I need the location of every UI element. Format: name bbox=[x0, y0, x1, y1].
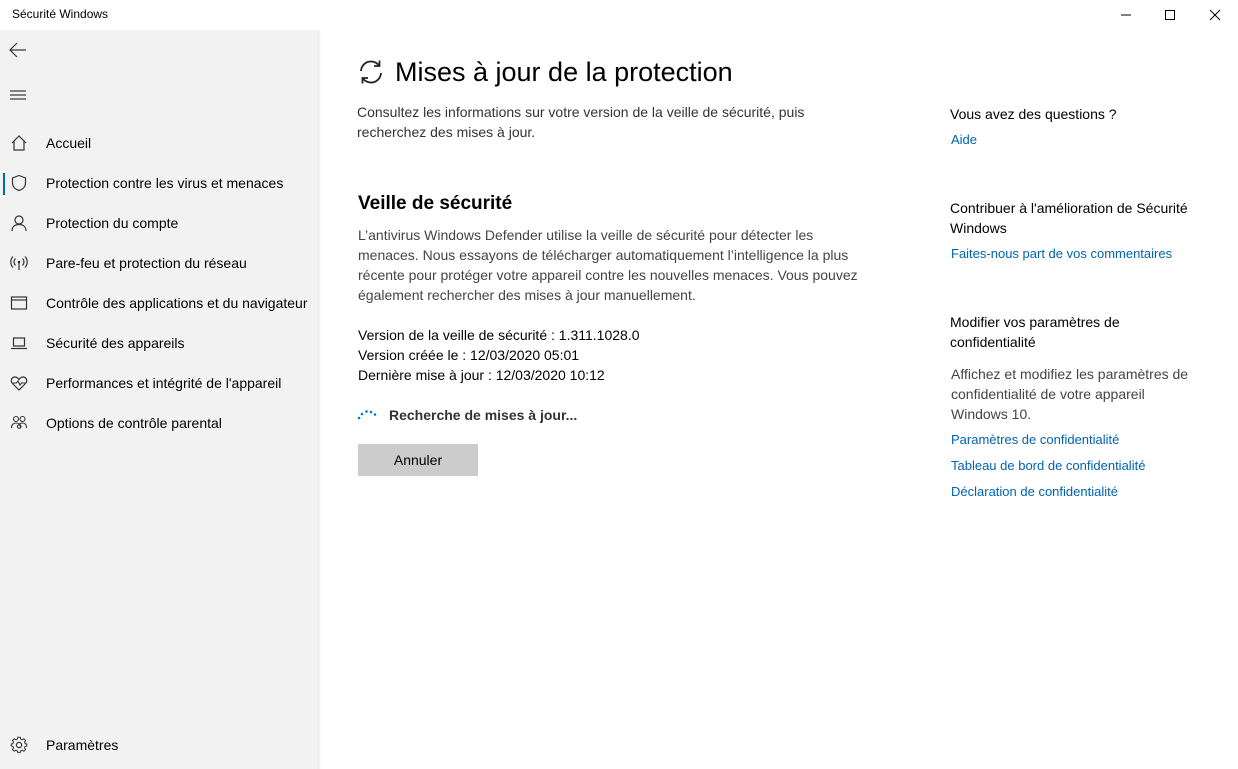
home-icon bbox=[9, 133, 29, 153]
sidebar-item-virus-protection[interactable]: Protection contre les virus et menaces bbox=[0, 163, 318, 203]
update-status: Recherche de mises à jour... bbox=[357, 404, 577, 426]
sidebar-item-firewall[interactable]: Pare-feu et protection du réseau bbox=[0, 243, 318, 283]
sidebar-item-label: Protection contre les virus et menaces bbox=[46, 175, 284, 191]
wifi-antenna-icon bbox=[9, 253, 29, 273]
hamburger-menu-icon bbox=[10, 90, 26, 100]
feedback-link[interactable]: Faites-nous part de vos commentaires bbox=[951, 246, 1172, 261]
minimize-button[interactable] bbox=[1103, 0, 1149, 30]
help-link[interactable]: Aide bbox=[951, 132, 977, 147]
version-created-date: Version créée le : 12/03/2020 05:01 bbox=[358, 347, 580, 363]
title-bar: Sécurité Windows bbox=[0, 0, 1238, 30]
sidebar: Accueil Protection contre les virus et m… bbox=[0, 30, 318, 769]
sidebar-item-label: Contrôle des applications et du navigate… bbox=[46, 295, 308, 311]
sidebar-item-home[interactable]: Accueil bbox=[0, 123, 318, 163]
close-icon bbox=[1209, 9, 1221, 21]
page-title: Mises à jour de la protection bbox=[395, 56, 733, 87]
maximize-icon bbox=[1165, 10, 1175, 20]
sidebar-item-account-protection[interactable]: Protection du compte bbox=[0, 203, 318, 243]
page-header: Mises à jour de la protection bbox=[357, 54, 733, 90]
questions-heading: Vous avez des questions ? bbox=[950, 106, 1117, 122]
last-update-date: Dernière mise à jour : 12/03/2020 10:12 bbox=[358, 367, 605, 383]
browser-window-icon bbox=[9, 293, 29, 313]
sidebar-divider bbox=[318, 30, 321, 769]
minimize-icon bbox=[1121, 14, 1131, 16]
sidebar-item-label: Paramètres bbox=[46, 737, 119, 753]
section-description: L’antivirus Windows Defender utilise la … bbox=[358, 227, 858, 303]
loading-spinner-icon bbox=[357, 410, 377, 420]
shield-icon bbox=[9, 173, 29, 193]
refresh-icon bbox=[357, 58, 385, 86]
sidebar-item-label: Protection du compte bbox=[46, 215, 179, 231]
gear-icon bbox=[9, 735, 29, 755]
close-button[interactable] bbox=[1192, 0, 1238, 30]
privacy-description: Affichez et modifiez les paramètres de c… bbox=[951, 366, 1189, 422]
sidebar-item-label: Pare-feu et protection du réseau bbox=[46, 255, 247, 271]
laptop-icon bbox=[9, 333, 29, 353]
privacy-heading: Modifier vos paramètres de confidentiali… bbox=[950, 314, 1120, 350]
back-button[interactable] bbox=[6, 38, 30, 62]
person-icon bbox=[9, 213, 29, 233]
sidebar-item-label: Sécurité des appareils bbox=[46, 335, 185, 351]
window-title: Sécurité Windows bbox=[12, 7, 109, 21]
privacy-statement-link[interactable]: Déclaration de confidentialité bbox=[951, 484, 1118, 499]
family-icon bbox=[9, 413, 29, 433]
privacy-dashboard-link[interactable]: Tableau de bord de confidentialité bbox=[951, 458, 1145, 473]
sidebar-item-label: Accueil bbox=[46, 135, 92, 151]
intelligence-version: Version de la veille de sécurité : 1.311… bbox=[358, 327, 640, 343]
privacy-settings-link[interactable]: Paramètres de confidentialité bbox=[951, 432, 1119, 447]
sidebar-item-label: Options de contrôle parental bbox=[46, 415, 222, 431]
status-text: Recherche de mises à jour... bbox=[389, 407, 578, 423]
sidebar-item-app-browser-control[interactable]: Contrôle des applications et du navigate… bbox=[0, 283, 318, 323]
heart-pulse-icon bbox=[9, 373, 29, 393]
menu-button[interactable] bbox=[6, 83, 30, 107]
maximize-button[interactable] bbox=[1147, 0, 1193, 30]
page-intro: Consultez les informations sur votre ver… bbox=[357, 104, 805, 140]
sidebar-item-family-options[interactable]: Options de contrôle parental bbox=[0, 403, 318, 443]
sidebar-item-device-security[interactable]: Sécurité des appareils bbox=[0, 323, 318, 363]
section-title: Veille de sécurité bbox=[358, 193, 513, 214]
back-arrow-icon bbox=[9, 42, 26, 58]
sidebar-item-label: Performances et intégrité de l'appareil bbox=[46, 375, 282, 391]
sidebar-item-device-performance[interactable]: Performances et intégrité de l'appareil bbox=[0, 363, 318, 403]
contribute-heading: Contribuer à l'amélioration de Sécurité … bbox=[950, 200, 1188, 236]
cancel-button[interactable]: Annuler bbox=[358, 444, 478, 476]
sidebar-item-settings[interactable]: Paramètres bbox=[0, 725, 318, 765]
